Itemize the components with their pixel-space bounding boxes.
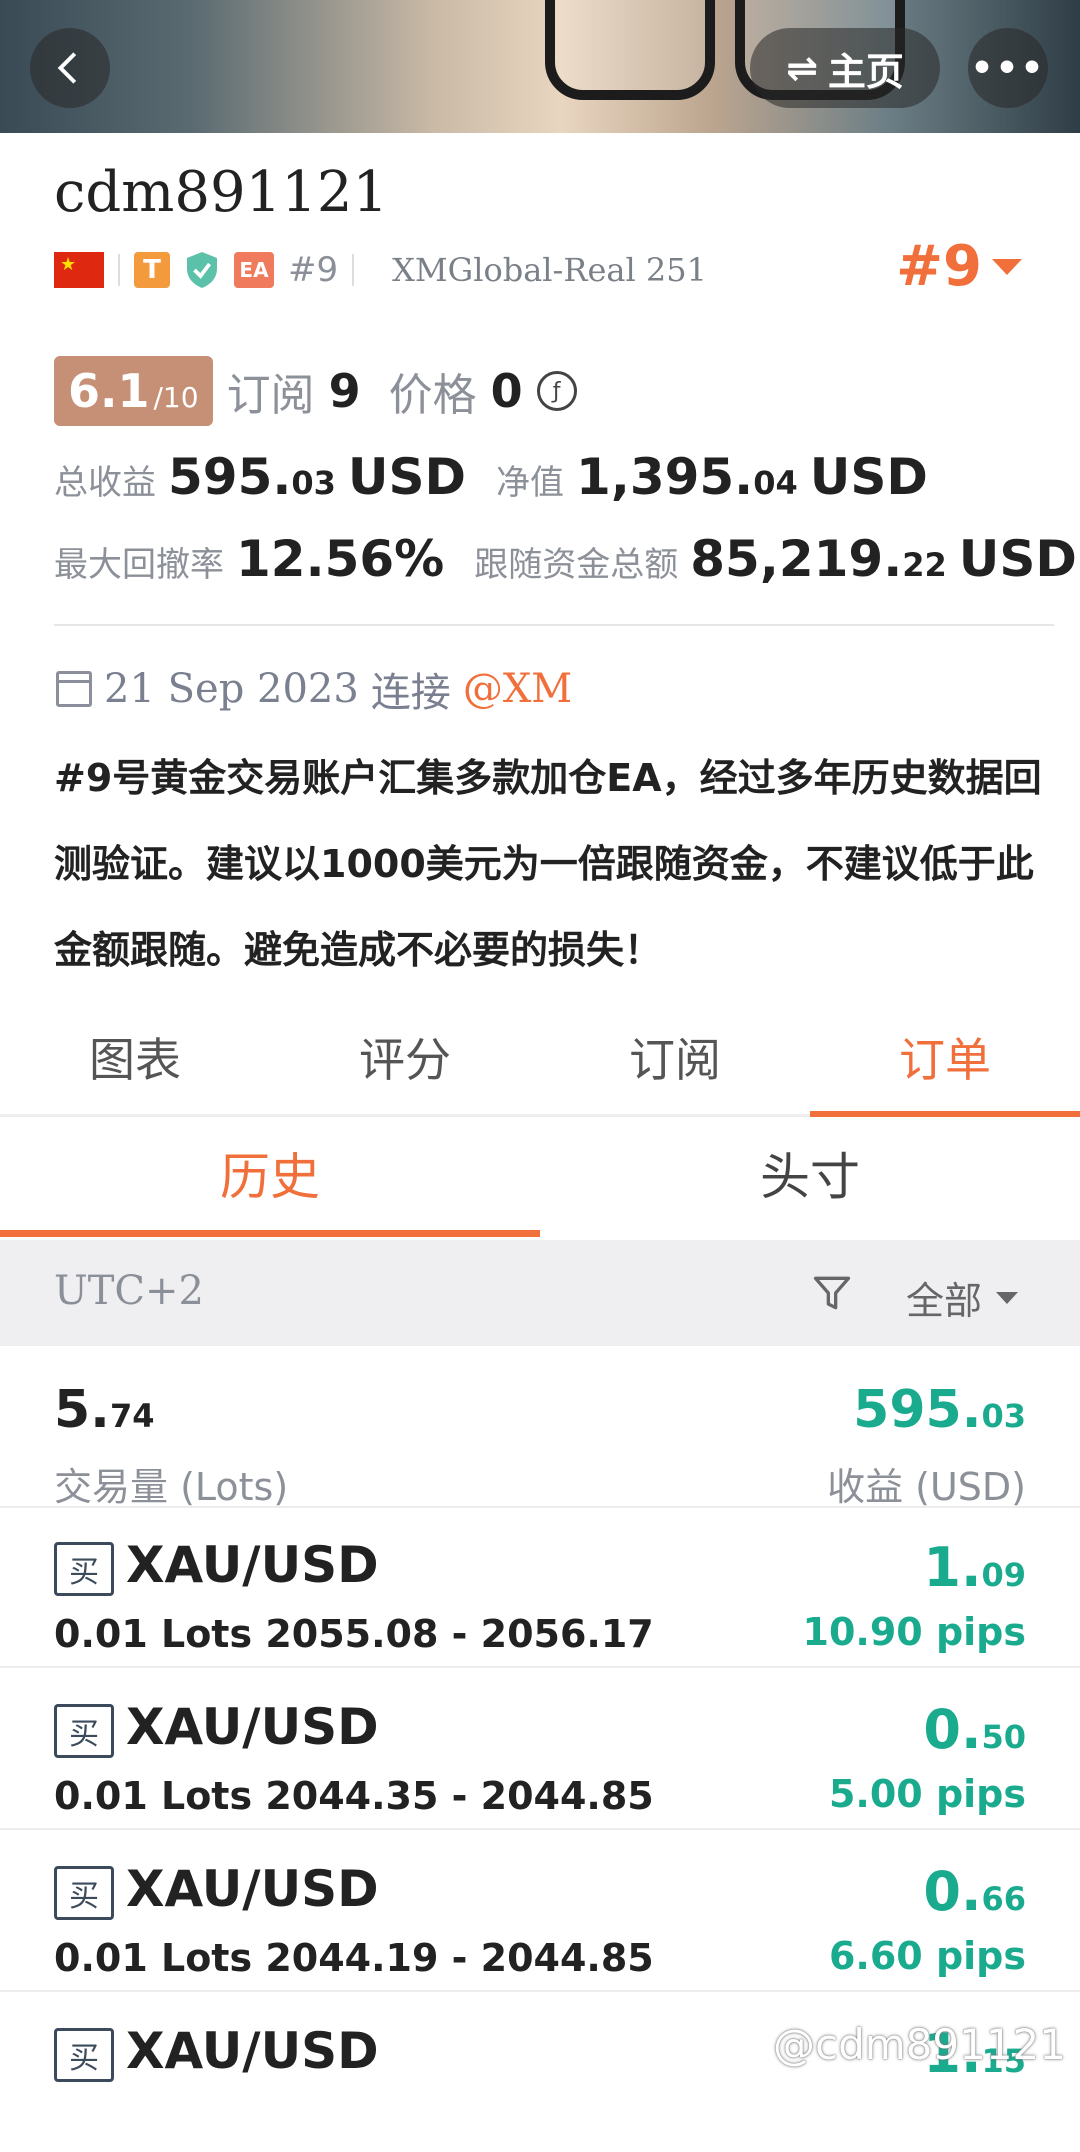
profit-equity-row: 总收益 595.03 USD 净值 1,395.04 USD (54, 448, 928, 506)
order-symbol: XAU/USD (126, 1536, 379, 1594)
score-row: 6.1 /10 订阅 9 价格 0 ƒ (54, 356, 577, 426)
rank-dropdown[interactable]: #9 (896, 234, 1022, 299)
weibo-watermark: @cdm891121 (773, 2020, 1066, 2069)
order-subtabs: 历史 头寸 (0, 1117, 1080, 1237)
swap-icon: ⇌ (786, 46, 818, 90)
trader-badge: T (134, 252, 170, 288)
verified-shield-icon (187, 252, 217, 288)
more-options-button[interactable]: ••• (968, 28, 1048, 108)
order-symbol: XAU/USD (126, 1698, 379, 1756)
ea-badge: EA (234, 252, 274, 288)
tab-chart[interactable]: 图表 (0, 1020, 270, 1114)
order-profit: 0.50 (923, 1698, 1026, 1761)
follow-funds-value: 85,219.22 (690, 530, 947, 588)
order-symbol: XAU/USD (126, 2022, 379, 2080)
connect-text: 连接 (370, 670, 451, 716)
order-row[interactable]: 买 XAU/USD 0.01 Lots 2044.35 - 2044.85 0.… (0, 1668, 1080, 1830)
equity-label: 净值 (496, 463, 565, 503)
tab-orders[interactable]: 订单 (810, 1020, 1080, 1117)
china-flag-icon (54, 252, 104, 288)
order-details: 0.01 Lots 2044.35 - 2044.85 (54, 1774, 654, 1818)
subscribe-label: 订阅 (226, 370, 315, 421)
history-summary: 5.74 交易量 (Lots) 595.03 收益 (USD) (0, 1346, 1080, 1509)
home-button-label: 主页 (827, 49, 904, 94)
tab-positions[interactable]: 头寸 (540, 1117, 1080, 1237)
total-profit-summary-value: 595.03 (853, 1380, 1026, 1440)
filter-icon[interactable] (810, 1270, 854, 1316)
price-label: 价格 (388, 370, 477, 421)
order-type-value: 全部 (906, 1279, 983, 1323)
coin-icon: ƒ (536, 371, 577, 411)
calendar-icon (56, 671, 92, 707)
filter-bar: UTC+2 全部 (0, 1240, 1080, 1346)
connect-date: 21 Sep 2023 (104, 666, 359, 712)
order-pips: 5.00 pips (828, 1772, 1026, 1816)
connect-info: 21 Sep 2023 连接 @XM (56, 660, 572, 718)
follow-funds-unit: USD (958, 530, 1077, 588)
order-details: 0.01 Lots 2055.08 - 2056.17 (54, 1612, 654, 1656)
rank-value: #9 (896, 234, 982, 299)
total-lots-value: 5.74 (54, 1380, 155, 1440)
caret-down-icon (996, 1291, 1019, 1304)
price-value: 0 (490, 364, 523, 418)
caret-down-icon (992, 258, 1022, 275)
buy-tag: 买 (54, 1704, 114, 1758)
divider (54, 624, 1054, 626)
total-profit-summary-label: 收益 (USD) (827, 1465, 1026, 1509)
equity-unit: USD (809, 448, 928, 506)
drawdown-funds-row: 最大回撤率 12.56% 跟随资金总额 85,219.22 USD (54, 530, 1077, 588)
broker-server: XMGlobal-Real 251 (392, 251, 707, 289)
total-profit-unit: USD (347, 448, 467, 506)
username: cdm891121 (54, 160, 389, 225)
broker-mention-link[interactable]: @XM (463, 666, 572, 712)
buy-tag: 买 (54, 1866, 114, 1920)
order-row[interactable]: 买 XAU/USD 0.01 Lots 2044.19 - 2044.85 0.… (0, 1830, 1080, 1992)
back-button[interactable] (30, 28, 110, 108)
strategy-description: #9号黄金交易账户汇集多款加仓EA，经过多年历史数据回测验证。建议以1000美元… (54, 756, 1042, 972)
order-profit: 0.66 (923, 1860, 1026, 1923)
rating-value: 6.1 (68, 364, 150, 418)
order-pips: 10.90 pips (802, 1610, 1026, 1654)
timezone-label: UTC+2 (54, 1268, 204, 1314)
total-lots-label: 交易量 (Lots) (54, 1465, 289, 1509)
buy-tag: 买 (54, 1542, 114, 1596)
tab-history[interactable]: 历史 (0, 1117, 540, 1237)
order-profit: 1.09 (923, 1536, 1026, 1599)
order-details: 0.01 Lots 2044.19 - 2044.85 (54, 1936, 654, 1980)
follow-funds-label: 跟随资金总额 (474, 545, 679, 585)
rating-badge: 6.1 /10 (54, 356, 213, 426)
rank-label: #9 (288, 250, 339, 290)
home-button[interactable]: ⇌ 主页 (750, 28, 940, 108)
divider (118, 254, 120, 286)
buy-tag: 买 (54, 2028, 114, 2082)
tab-subscribe[interactable]: 订阅 (540, 1020, 810, 1114)
subscribe-count: 9 (328, 364, 361, 418)
more-icon: ••• (970, 47, 1046, 89)
chevron-left-icon (57, 52, 77, 84)
drawdown-value: 12.56% (236, 530, 445, 588)
drawdown-label: 最大回撤率 (54, 545, 224, 585)
photo-detail (545, 0, 715, 100)
equity-value: 1,395.04 (576, 448, 798, 506)
order-pips: 6.60 pips (828, 1934, 1026, 1978)
divider (352, 254, 355, 286)
order-type-select[interactable]: 全部 (906, 1270, 1019, 1325)
tab-rating[interactable]: 评分 (270, 1020, 540, 1114)
badge-row: T EA #9 XMGlobal-Real 251 (54, 248, 707, 292)
order-row[interactable]: 买 XAU/USD 0.01 Lots 2055.08 - 2056.17 1.… (0, 1506, 1080, 1668)
header-photo: ⇌ 主页 ••• (0, 0, 1080, 133)
total-profit-value: 595.03 (168, 448, 336, 506)
total-profit-label: 总收益 (54, 463, 156, 503)
order-symbol: XAU/USD (126, 1860, 379, 1918)
main-tabs: 图表 评分 订阅 订单 (0, 1020, 1080, 1117)
order-row[interactable]: 买 XAU/USD 1.15 (0, 1992, 1080, 2152)
rating-scale: /10 (153, 381, 199, 414)
